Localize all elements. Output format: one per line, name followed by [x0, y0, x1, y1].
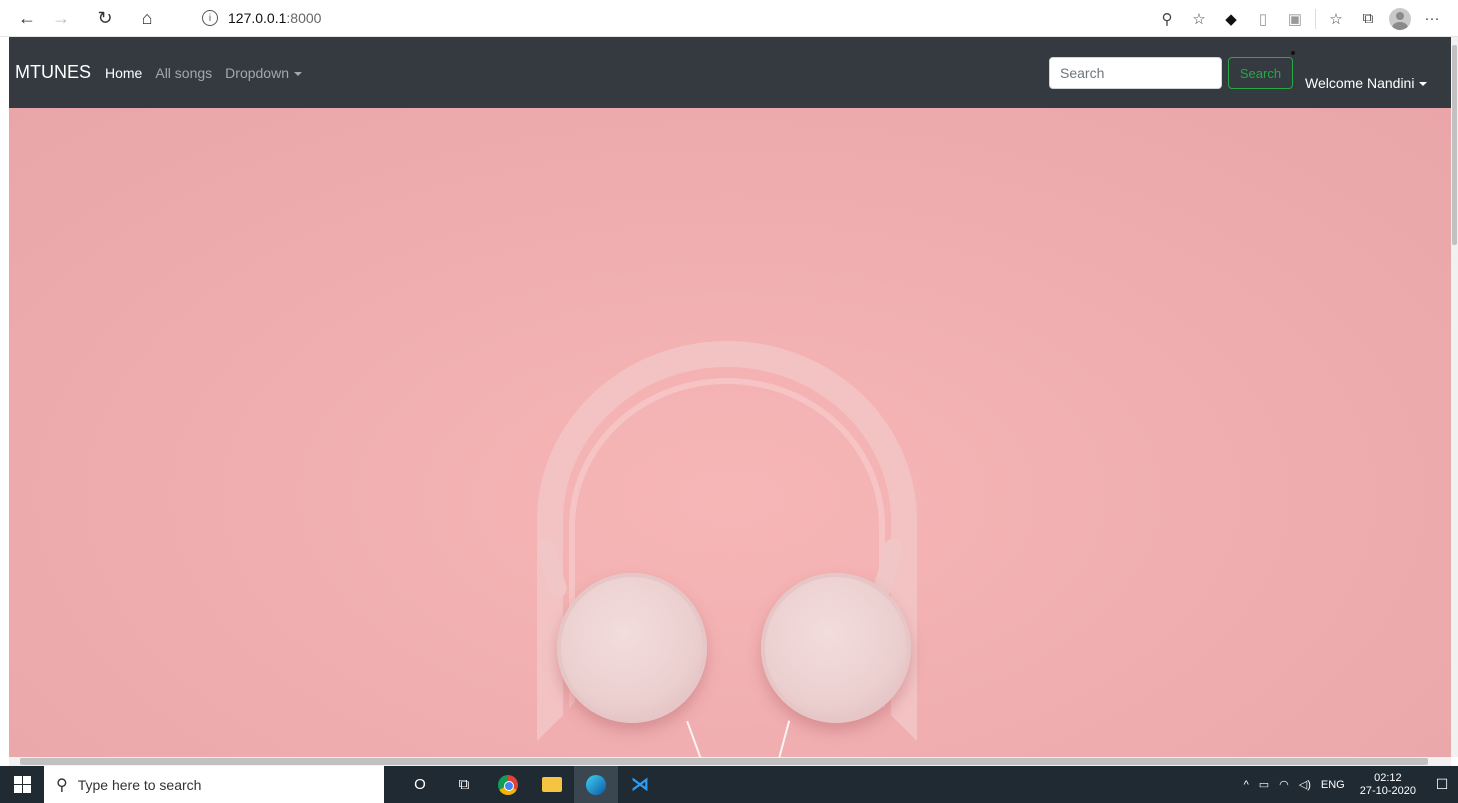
zoom-icon[interactable]: ⚲: [1151, 3, 1183, 35]
refresh-icon[interactable]: ↻: [90, 3, 120, 33]
horizontal-scroll-thumb[interactable]: [20, 758, 1428, 765]
favorites-bar-icon[interactable]: ☆: [1320, 3, 1352, 35]
user-menu[interactable]: Welcome Nandini: [1305, 75, 1428, 91]
url-host: 127.0.0.1: [228, 10, 287, 26]
volume-icon[interactable]: ◁): [1294, 778, 1316, 791]
extension-doc-icon[interactable]: ▯: [1247, 3, 1279, 35]
home-icon[interactable]: ⌂: [132, 3, 162, 33]
search-input[interactable]: [1049, 57, 1222, 89]
cursor-dot: [1291, 51, 1295, 55]
user-menu-label: Welcome Nandini: [1305, 75, 1415, 91]
extension-stack-icon[interactable]: ▣: [1279, 3, 1311, 35]
vscode-icon[interactable]: ⋊: [618, 766, 662, 803]
file-explorer-icon[interactable]: [530, 766, 574, 803]
brand-logo[interactable]: MTUNES: [15, 62, 91, 83]
windows-logo-icon: [13, 776, 31, 793]
url-port: :8000: [286, 10, 322, 26]
battery-icon[interactable]: ▭: [1254, 778, 1274, 791]
more-menu-icon[interactable]: ···: [1416, 3, 1448, 35]
nav-dropdown-label: Dropdown: [225, 64, 289, 81]
collections-icon[interactable]: ⧉: [1352, 3, 1384, 35]
clock-date: 27-10-2020: [1359, 784, 1416, 797]
clock-time: 02:12: [1374, 771, 1402, 784]
hero-image-headphones: [9, 108, 1451, 757]
caret-down-icon: [1419, 82, 1428, 87]
wifi-icon[interactable]: ◠: [1274, 778, 1294, 791]
start-button[interactable]: [0, 766, 44, 803]
system-tray: ^ ▭ ◠ ◁) ENG 02:12 27-10-2020 ☐: [1239, 766, 1458, 803]
site-info-icon[interactable]: i: [202, 10, 218, 26]
navbar: MTUNES Home All songs Dropdown Search We…: [9, 37, 1451, 108]
browser-right-tools: ⚲ ☆ ◆ ▯ ▣ ☆ ⧉ ···: [1151, 0, 1448, 37]
search-icon: ⚲: [56, 776, 68, 794]
forward-arrow-icon[interactable]: →: [46, 3, 76, 33]
nav-home[interactable]: Home: [105, 65, 142, 81]
search-button[interactable]: Search: [1228, 57, 1293, 89]
app-viewport: MTUNES Home All songs Dropdown Search We…: [9, 37, 1451, 757]
headphone-cup-right: [761, 573, 911, 723]
tray-chevron-icon[interactable]: ^: [1239, 779, 1254, 791]
nav-all-songs[interactable]: All songs: [155, 65, 212, 81]
chrome-icon[interactable]: [486, 766, 530, 803]
edge-icon[interactable]: [574, 766, 618, 803]
clock[interactable]: 02:12 27-10-2020: [1360, 772, 1416, 798]
headphone-cup-left: [557, 573, 707, 723]
notifications-icon[interactable]: ☐: [1426, 766, 1458, 803]
extension-icon[interactable]: ◆: [1215, 3, 1247, 35]
taskbar-search-placeholder: Type here to search: [77, 776, 202, 793]
address-bar[interactable]: i 127.0.0.1:8000: [188, 4, 1088, 32]
language-indicator[interactable]: ENG: [1316, 779, 1350, 791]
back-arrow-icon[interactable]: ←: [12, 3, 42, 33]
cortana-icon[interactable]: O: [398, 766, 442, 803]
caret-down-icon: [294, 71, 302, 76]
task-view-icon[interactable]: ⧉: [442, 766, 486, 803]
nav-dropdown[interactable]: Dropdown: [225, 65, 302, 81]
toolbar-divider: [1315, 8, 1316, 29]
taskbar-search[interactable]: ⚲ Type here to search: [44, 766, 384, 803]
favorite-star-icon[interactable]: ☆: [1183, 3, 1215, 35]
vertical-scroll-thumb[interactable]: [1452, 45, 1457, 245]
profile-avatar[interactable]: [1384, 3, 1416, 35]
